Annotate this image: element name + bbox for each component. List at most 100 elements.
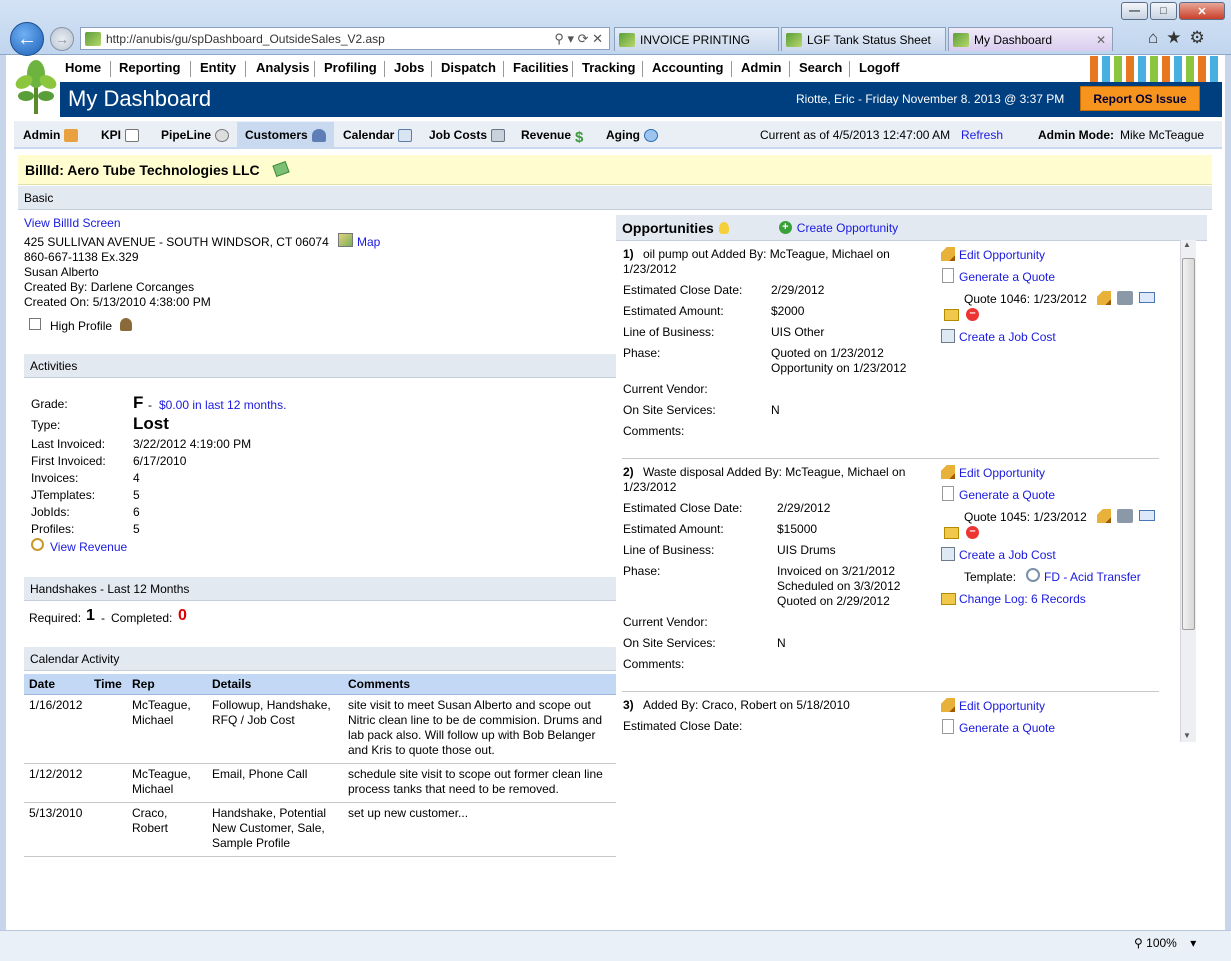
- type-value: Lost: [133, 414, 169, 433]
- home-favorites-tools-icons[interactable]: ⌂★⚙: [1148, 28, 1213, 48]
- generate-quote-link[interactable]: Generate a Quote: [959, 721, 1055, 735]
- job-cost-icon: [941, 329, 955, 343]
- tab-invoice-printing[interactable]: INVOICE PRINTING: [614, 27, 779, 51]
- edit-opportunity-link[interactable]: Edit Opportunity: [959, 248, 1045, 262]
- close-tab-icon[interactable]: ✕: [1096, 33, 1106, 47]
- zoom-control[interactable]: ⚲ 100% ▾: [1134, 936, 1196, 950]
- opp-close-label: Estimated Close Date:: [623, 501, 743, 515]
- menu-entity[interactable]: Entity: [200, 60, 236, 75]
- scroll-up-arrow-icon[interactable]: ▲: [1183, 240, 1191, 249]
- subnav-calendar[interactable]: Calendar: [343, 128, 413, 142]
- person-icon: [311, 128, 326, 142]
- opportunities-scrollbar[interactable]: ▲ ▼: [1180, 240, 1196, 742]
- menu-admin[interactable]: Admin: [741, 60, 781, 75]
- site-favicon-icon: [85, 31, 101, 46]
- bill-address: 425 SULLIVAN AVENUE - SOUTH WINDSOR, CT …: [24, 235, 329, 249]
- bill-phone: 860-667-1138 Ex.329: [24, 250, 139, 264]
- folder-add-icon[interactable]: [944, 309, 959, 321]
- subnav-revenue[interactable]: Revenue $: [521, 128, 583, 146]
- high-profile-checkbox[interactable]: [29, 318, 41, 330]
- menu-jobs[interactable]: Jobs: [394, 60, 424, 75]
- menu-profiling[interactable]: Profiling: [324, 60, 377, 75]
- delete-quote-icon[interactable]: –: [966, 526, 979, 539]
- brand-stripes-logo: [1090, 56, 1222, 82]
- cell-details: Email, Phone Call: [207, 763, 343, 803]
- table-row: 1/12/2012 McTeague, Michael Email, Phone…: [24, 763, 616, 803]
- opp-heading-date: 1/23/2012: [623, 480, 677, 494]
- menu-facilities[interactable]: Facilities: [513, 60, 569, 75]
- table-row: 5/13/2010 Craco, Robert Handshake, Poten…: [24, 802, 616, 857]
- cell-details: Handshake, Potential New Customer, Sale,…: [207, 802, 343, 857]
- menu-analysis[interactable]: Analysis: [256, 60, 309, 75]
- change-log-link[interactable]: Change Log: 6 Records: [959, 592, 1086, 606]
- close-window-button[interactable]: ✕: [1179, 2, 1225, 20]
- edit-opportunity-link[interactable]: Edit Opportunity: [959, 466, 1045, 480]
- subnav-admin[interactable]: Admin: [23, 128, 79, 142]
- view-billid-link[interactable]: View BillId Screen: [24, 216, 121, 230]
- opportunities-title: Opportunities: [622, 219, 714, 236]
- home-icon: [64, 128, 79, 142]
- grade-revenue-link[interactable]: $0.00 in last 12 months.: [159, 398, 286, 412]
- menu-dispatch[interactable]: Dispatch: [441, 60, 496, 75]
- magnifier-icon: [31, 538, 44, 551]
- column-header-time: Time: [89, 674, 127, 695]
- back-button[interactable]: ←: [10, 22, 44, 56]
- menu-home[interactable]: Home: [65, 60, 101, 75]
- refresh-link[interactable]: Refresh: [961, 128, 1003, 142]
- report-os-issue-button[interactable]: Report OS Issue: [1080, 86, 1200, 111]
- activity-label: JobIds:: [31, 505, 70, 519]
- basic-section-header: Basic: [18, 186, 1212, 210]
- menu-logoff[interactable]: Logoff: [859, 60, 899, 75]
- opp-phase-value: Quoted on 1/23/2012: [771, 346, 884, 360]
- search-refresh-stop-icons[interactable]: ⚲ ▾ ⟳ ✕: [554, 31, 603, 47]
- delete-quote-icon[interactable]: –: [966, 308, 979, 321]
- menu-reporting[interactable]: Reporting: [119, 60, 180, 75]
- subnav-pipeline[interactable]: PipeLine: [161, 128, 230, 142]
- calculator-icon: [491, 128, 506, 142]
- column-header-comments: Comments: [343, 674, 616, 695]
- opp-amount-label: Estimated Amount:: [623, 304, 724, 318]
- edit-quote-icon[interactable]: [1097, 291, 1111, 305]
- tab-lgf-tank-status[interactable]: LGF Tank Status Sheet: [781, 27, 946, 51]
- cell-comments: schedule site visit to scope out former …: [343, 763, 616, 803]
- opp-lob-label: Line of Business:: [623, 325, 715, 339]
- edit-opportunity-link[interactable]: Edit Opportunity: [959, 699, 1045, 713]
- generate-quote-link[interactable]: Generate a Quote: [959, 270, 1055, 284]
- subnav-aging[interactable]: Aging: [606, 128, 658, 142]
- tab-my-dashboard[interactable]: My Dashboard ✕: [948, 27, 1113, 51]
- forward-button[interactable]: →: [50, 27, 74, 51]
- cell-date: 1/16/2012: [24, 694, 89, 764]
- template-link[interactable]: FD - Acid Transfer: [1044, 570, 1141, 584]
- bill-created-by: Created By: Darlene Corcanges: [24, 280, 195, 294]
- map-link[interactable]: Map: [357, 235, 380, 249]
- opp-lob-label: Line of Business:: [623, 543, 715, 557]
- create-job-cost-link[interactable]: Create a Job Cost: [959, 330, 1056, 344]
- opp-phase-value: Invoiced on 3/21/2012: [777, 564, 896, 578]
- opp-close-label: Estimated Close Date:: [623, 719, 743, 733]
- calendar-section-header: Calendar Activity: [24, 647, 616, 671]
- view-revenue-link[interactable]: View Revenue: [50, 540, 127, 554]
- menu-search[interactable]: Search: [799, 60, 842, 75]
- email-quote-icon[interactable]: [1139, 292, 1155, 303]
- create-job-cost-link[interactable]: Create a Job Cost: [959, 548, 1056, 562]
- create-opportunity-link[interactable]: Create Opportunity: [797, 221, 898, 235]
- opp-amount-label: Estimated Amount:: [623, 522, 724, 536]
- generate-quote-link[interactable]: Generate a Quote: [959, 488, 1055, 502]
- menu-accounting[interactable]: Accounting: [652, 60, 724, 75]
- email-quote-icon[interactable]: [1139, 510, 1155, 521]
- minimize-button[interactable]: —: [1121, 2, 1148, 20]
- subnav-customers[interactable]: Customers: [245, 128, 326, 142]
- scroll-thumb[interactable]: [1182, 258, 1195, 630]
- print-quote-icon[interactable]: [1117, 291, 1133, 305]
- print-quote-icon[interactable]: [1117, 509, 1133, 523]
- opp-close-label: Estimated Close Date:: [623, 283, 743, 297]
- menu-separator: [642, 61, 643, 77]
- folder-add-icon[interactable]: [944, 527, 959, 539]
- edit-quote-icon[interactable]: [1097, 509, 1111, 523]
- scroll-down-arrow-icon[interactable]: ▼: [1183, 731, 1191, 740]
- maximize-button[interactable]: □: [1150, 2, 1177, 20]
- address-bar[interactable]: http://anubis/gu/spDashboard_OutsideSale…: [80, 27, 610, 50]
- subnav-kpi[interactable]: KPI: [101, 128, 140, 142]
- subnav-job-costs[interactable]: Job Costs: [429, 128, 506, 142]
- menu-tracking[interactable]: Tracking: [582, 60, 635, 75]
